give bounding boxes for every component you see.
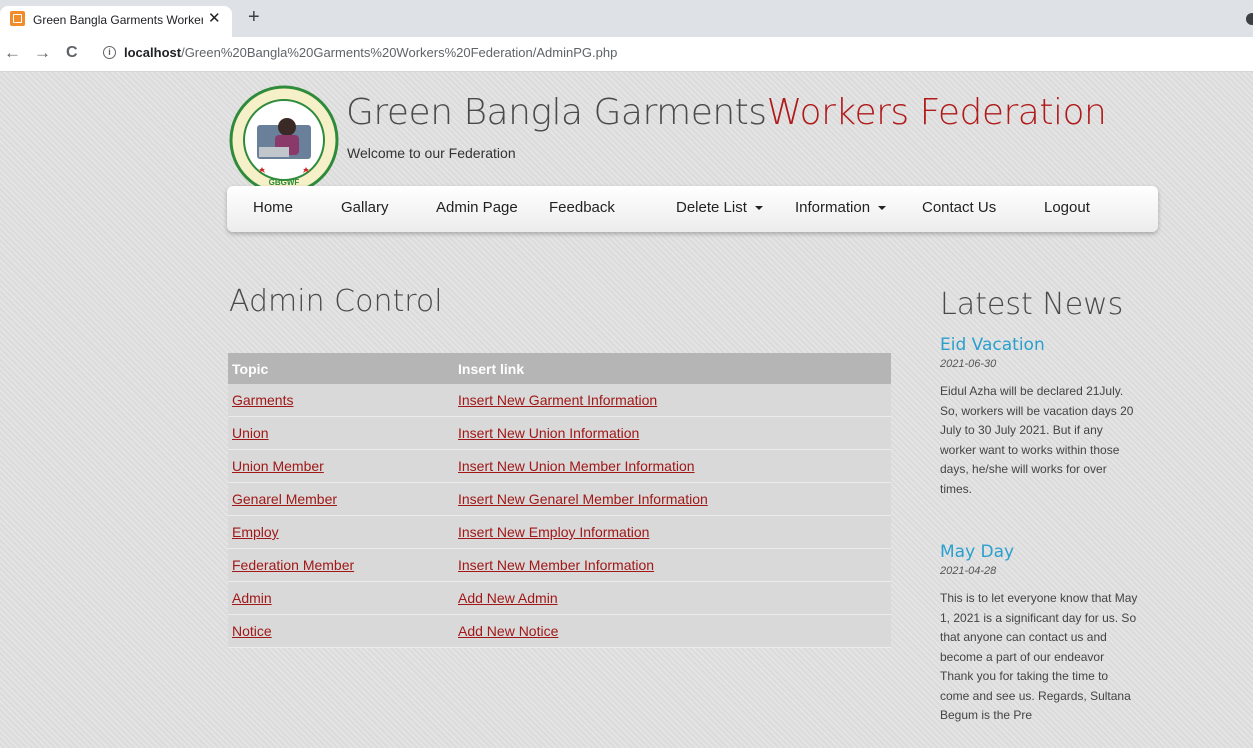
site-title-main: Green Bangla Garments bbox=[346, 92, 767, 133]
topic-cell: Notice bbox=[228, 614, 454, 648]
insert-cell: Add New Notice bbox=[454, 614, 891, 648]
nav-admin-page[interactable]: Admin Page bbox=[436, 199, 518, 216]
news-heading[interactable]: Eid Vacation bbox=[940, 335, 1140, 355]
site-title: Green Bangla GarmentsWorkers Federation bbox=[346, 92, 1107, 133]
topic-link-garments[interactable]: Garments bbox=[232, 392, 293, 408]
news-heading[interactable]: May Day bbox=[940, 542, 1140, 562]
topic-link-notice[interactable]: Notice bbox=[232, 623, 272, 639]
nav-home[interactable]: Home bbox=[253, 199, 293, 216]
topic-cell: Garments bbox=[228, 384, 454, 417]
insert-link-admin[interactable]: Add New Admin bbox=[458, 590, 558, 606]
news-item: May Day 2021-04-28 This is to let everyo… bbox=[940, 542, 1140, 726]
insert-link-employ[interactable]: Insert New Employ Information bbox=[458, 524, 649, 540]
nav-feedback[interactable]: Feedback bbox=[549, 199, 615, 216]
topic-link-union[interactable]: Union bbox=[232, 425, 269, 441]
topic-cell: Federation Member bbox=[228, 548, 454, 582]
new-tab-button[interactable]: + bbox=[248, 7, 260, 27]
insert-link-federation-member[interactable]: Insert New Member Information bbox=[458, 557, 654, 573]
site-title-accent: Workers Federation bbox=[766, 92, 1107, 133]
insert-link-union[interactable]: Insert New Union Information bbox=[458, 425, 639, 441]
xampp-favicon-icon bbox=[10, 11, 25, 26]
topic-cell: Genarel Member bbox=[228, 482, 454, 516]
profile-icon[interactable] bbox=[1246, 13, 1253, 25]
address-bar[interactable]: localhost/Green%20Bangla%20Garments%20Wo… bbox=[124, 45, 617, 60]
col-header-topic: Topic bbox=[228, 353, 454, 384]
topic-link-admin[interactable]: Admin bbox=[232, 590, 272, 606]
nav-delete-list-label: Delete List bbox=[676, 199, 747, 216]
news-item: Eid Vacation 2021-06-30 Eidul Azha will … bbox=[940, 335, 1140, 499]
latest-news-title: Latest News bbox=[940, 287, 1124, 322]
table-row: Federation Member Insert New Member Info… bbox=[228, 548, 891, 582]
topic-link-employ[interactable]: Employ bbox=[232, 524, 279, 540]
insert-link-union-member[interactable]: Insert New Union Member Information bbox=[458, 458, 695, 474]
table-row: Garments Insert New Garment Information bbox=[228, 384, 891, 417]
topic-cell: Union Member bbox=[228, 449, 454, 483]
news-body: This is to let everyone know that May 1,… bbox=[940, 591, 1138, 722]
topic-cell: Union bbox=[228, 416, 454, 450]
forward-arrow-icon[interactable]: → bbox=[34, 43, 51, 63]
insert-cell: Insert New Genarel Member Information bbox=[454, 482, 891, 516]
nav-delete-list[interactable]: Delete List bbox=[676, 199, 763, 216]
topic-cell: Admin bbox=[228, 581, 454, 615]
news-date: 2021-06-30 bbox=[940, 358, 997, 370]
table-row: Employ Insert New Employ Information bbox=[228, 515, 891, 549]
url-path: /Green%20Bangla%20Garments%20Workers%20F… bbox=[181, 45, 618, 60]
site-subtitle: Welcome to our Federation bbox=[347, 145, 516, 161]
nav-information[interactable]: Information bbox=[795, 199, 887, 216]
topic-link-federation-member[interactable]: Federation Member bbox=[232, 557, 354, 573]
nav-logout[interactable]: Logout bbox=[1044, 199, 1090, 216]
nav-gallary[interactable]: Gallary bbox=[341, 199, 389, 216]
admin-control-table: Topic Insert link Garments Insert New Ga… bbox=[228, 353, 891, 648]
topic-link-union-member[interactable]: Union Member bbox=[232, 458, 324, 474]
page-body: GBGWF Green Bangla GarmentsWorkers Feder… bbox=[0, 72, 1253, 748]
topic-cell: Employ bbox=[228, 515, 454, 549]
site-info-icon[interactable]: i bbox=[103, 46, 116, 59]
insert-cell: Add New Admin bbox=[454, 581, 891, 615]
insert-link-garments[interactable]: Insert New Garment Information bbox=[458, 392, 657, 408]
table-row: Notice Add New Notice bbox=[228, 614, 891, 648]
tab-close-icon[interactable]: ✕ bbox=[208, 9, 221, 27]
insert-cell: Insert New Union Member Information bbox=[454, 449, 891, 483]
reload-icon[interactable]: C bbox=[66, 43, 78, 63]
table-row: Genarel Member Insert New Genarel Member… bbox=[228, 482, 891, 516]
browser-toolbar: ← → C i localhost/Green%20Bangla%20Garme… bbox=[0, 37, 1253, 72]
insert-link-genarel-member[interactable]: Insert New Genarel Member Information bbox=[458, 491, 708, 507]
tab-title: Green Bangla Garments Workers bbox=[33, 13, 203, 27]
browser-tabstrip: Green Bangla Garments Workers ✕ + bbox=[0, 0, 1253, 37]
caret-down-icon bbox=[878, 206, 887, 211]
insert-cell: Insert New Union Information bbox=[454, 416, 891, 450]
news-body: Eidul Azha will be declared 21July. So, … bbox=[940, 384, 1134, 496]
insert-cell: Insert New Employ Information bbox=[454, 515, 891, 549]
insert-cell: Insert New Garment Information bbox=[454, 384, 891, 417]
main-navbar: Home Gallary Admin Page Feedback Delete … bbox=[227, 186, 1158, 232]
nav-information-label: Information bbox=[795, 199, 871, 216]
federation-logo: GBGWF bbox=[229, 85, 339, 195]
nav-contact-us[interactable]: Contact Us bbox=[922, 199, 996, 216]
back-arrow-icon[interactable]: ← bbox=[4, 43, 21, 63]
url-host: localhost bbox=[124, 45, 182, 60]
table-row: Admin Add New Admin bbox=[228, 581, 891, 615]
browser-tab[interactable]: Green Bangla Garments Workers ✕ bbox=[0, 6, 232, 37]
table-row: Union Insert New Union Information bbox=[228, 416, 891, 450]
insert-link-notice[interactable]: Add New Notice bbox=[458, 623, 558, 639]
table-header-row: Topic Insert link bbox=[228, 353, 891, 384]
news-date: 2021-04-28 bbox=[940, 565, 997, 577]
col-header-insert-link: Insert link bbox=[454, 353, 891, 384]
topic-link-genarel-member[interactable]: Genarel Member bbox=[232, 491, 337, 507]
caret-down-icon bbox=[754, 206, 763, 211]
insert-cell: Insert New Member Information bbox=[454, 548, 891, 582]
admin-control-title: Admin Control bbox=[229, 284, 443, 319]
table-row: Union Member Insert New Union Member Inf… bbox=[228, 449, 891, 483]
